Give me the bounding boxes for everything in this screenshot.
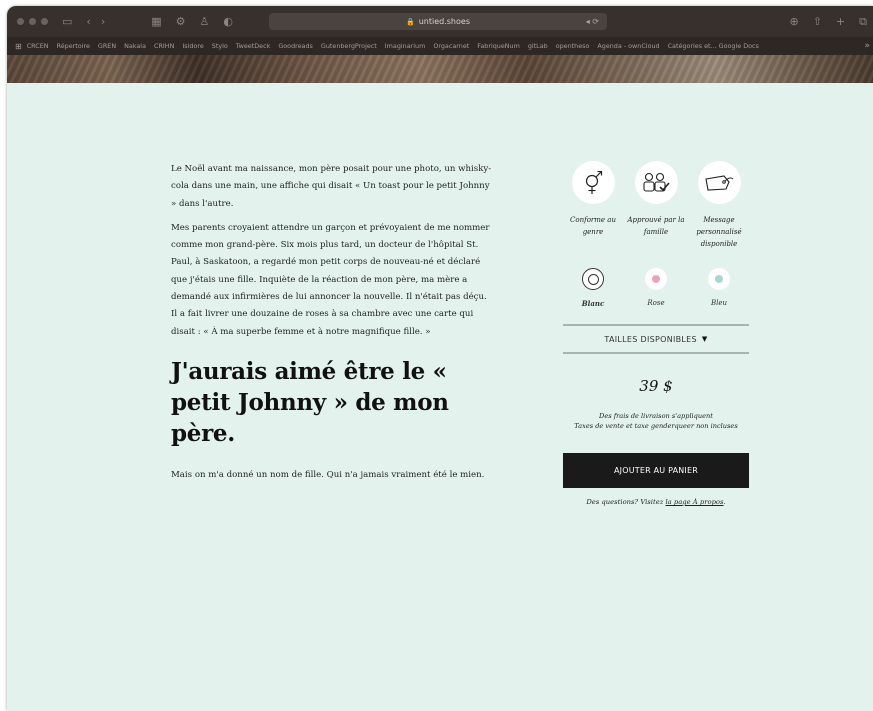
bookmark-item[interactable]: TweetDeck [236, 42, 271, 50]
story-headline: J'aurais aimé être le « petit Johnny » d… [171, 357, 449, 447]
swatch-dot [715, 275, 723, 283]
product-attributes: Conforme au genre Approuvé par la famill… [563, 161, 749, 250]
product-panel: Conforme au genre Approuvé par la famill… [563, 161, 749, 506]
browser-window: ▭ ‹ › ▦ ⚙ ♙ ◐ 🔒 untied.shoes ◂ ⟳ ⊕ ⇧ + ⧉… [7, 6, 873, 711]
bookmark-item[interactable]: Isidore [182, 42, 203, 50]
add-to-cart-button[interactable]: AJOUTER AU PANIER [563, 453, 749, 488]
new-tab-icon[interactable]: + [836, 15, 845, 29]
bookmarks-overflow-icon[interactable]: » [864, 41, 870, 51]
attribute-family: Approuvé par la famille [626, 161, 686, 250]
download-icon[interactable]: ⊕ [789, 15, 798, 29]
story-paragraph: Mais on m'a donné un nom de fille. Qui n… [171, 469, 485, 480]
bookmark-item[interactable]: CRIHN [154, 42, 174, 50]
back-icon[interactable]: ‹ [86, 16, 90, 27]
share-icon[interactable]: ⇧ [813, 15, 822, 29]
toolbar-right: ⊕ ⇧ + ⧉ [789, 15, 867, 29]
color-label: Rose [647, 299, 665, 307]
sizes-label: TAILLES DISPONIBLES [604, 334, 697, 344]
color-options: Blanc Rose Bleu [563, 268, 749, 308]
page-content: Le Noël avant ma naissance, mon père pos… [7, 83, 873, 711]
bookmark-item[interactable]: Catégories et... Google Docs [668, 42, 759, 50]
sidebar-icon[interactable]: ▭ [62, 16, 72, 27]
browser-toolbar: ▭ ‹ › ▦ ⚙ ♙ ◐ 🔒 untied.shoes ◂ ⟳ ⊕ ⇧ + ⧉ [7, 6, 873, 37]
privacy-icon[interactable]: ◐ [223, 16, 233, 27]
story-column: Le Noël avant ma naissance, mon père pos… [171, 161, 493, 491]
color-swatch-pink[interactable]: Rose [626, 268, 686, 308]
questions-note: Des questions? Visitez la page À propos. [563, 498, 749, 506]
sizes-dropdown[interactable]: TAILLES DISPONIBLES ▼ [563, 324, 749, 354]
story-paragraph: Le Noël avant ma naissance, mon père pos… [171, 164, 492, 209]
swatch-circle [582, 268, 604, 290]
color-label: Bleu [710, 299, 728, 307]
reader-icon[interactable]: ▦ [151, 16, 161, 27]
accessibility-icon[interactable]: ♙ [200, 16, 210, 27]
bookmark-item[interactable]: Agenda - ownCloud [597, 42, 659, 50]
bookmark-item[interactable]: GREN [98, 42, 116, 50]
tag-icon [697, 161, 741, 204]
bookmark-item[interactable]: GutenbergProject [321, 42, 377, 50]
questions-end: . [723, 498, 726, 506]
attribute-label: Conforme au genre [570, 216, 616, 236]
attribute-message: Message personnalisé disponible [689, 161, 749, 250]
swatch-dot [587, 273, 599, 285]
bookmark-item[interactable]: FabriqueNum [477, 42, 520, 50]
bookmark-item[interactable]: Répertoire [57, 42, 90, 50]
bookmark-item[interactable]: Stylo [212, 42, 228, 50]
bookmark-item[interactable]: gitLab [528, 42, 548, 50]
color-swatch-blue[interactable]: Bleu [689, 268, 749, 308]
swatch-circle [645, 268, 667, 290]
url-text: untied.shoes [418, 17, 470, 26]
attribute-label: Message personnalisé disponible [696, 216, 742, 248]
bookmark-item[interactable]: opentheso [556, 42, 590, 50]
swatch-circle [708, 268, 730, 290]
product-price: 39 $ [639, 377, 673, 395]
attribute-label: Approuvé par la famille [627, 216, 685, 236]
fees-line: Taxes de vente et taxe genderqueer non i… [574, 422, 738, 430]
swatch-dot [652, 275, 660, 283]
family-icon [634, 161, 678, 204]
bookmark-item[interactable]: CRCEN [27, 42, 49, 50]
grid-icon[interactable]: ⊞ [15, 42, 22, 51]
lock-icon: 🔒 [406, 17, 415, 26]
extension-icon[interactable]: ⚙ [176, 16, 186, 27]
story-paragraph: Mes parents croyaient attendre un garçon… [171, 222, 490, 337]
about-page-link[interactable]: la page À propos [665, 498, 723, 506]
bookmark-item[interactable]: Orgacarnet [433, 42, 469, 50]
tabs-overview-icon[interactable]: ⧉ [859, 15, 867, 29]
attribute-gender: Conforme au genre [563, 161, 623, 250]
reload-icon[interactable]: ◂ ⟳ [586, 17, 599, 26]
bookmark-item[interactable]: Imaginarium [385, 42, 426, 50]
close-window-button[interactable] [17, 18, 24, 25]
dropdown-arrow-icon: ▼ [701, 335, 708, 343]
bookmark-item[interactable]: Nakala [124, 42, 146, 50]
window-controls [17, 18, 48, 25]
address-bar[interactable]: 🔒 untied.shoes ◂ ⟳ [269, 13, 607, 30]
minimize-window-button[interactable] [29, 18, 36, 25]
hero-image [7, 55, 873, 83]
color-label: Blanc [581, 299, 605, 308]
fees-note: Des frais de livraison s'appliquent Taxe… [563, 411, 749, 431]
forward-icon[interactable]: › [101, 16, 105, 27]
bookmarks-bar: ⊞ CRCEN Répertoire GREN Nakala CRIHN Isi… [7, 37, 873, 55]
fees-line: Des frais de livraison s'appliquent [599, 412, 713, 420]
questions-text: Des questions? Visitez [586, 498, 664, 506]
gender-icon [571, 161, 615, 204]
zoom-window-button[interactable] [41, 18, 48, 25]
bookmark-item[interactable]: Goodreads [278, 42, 313, 50]
color-swatch-white[interactable]: Blanc [563, 268, 623, 308]
